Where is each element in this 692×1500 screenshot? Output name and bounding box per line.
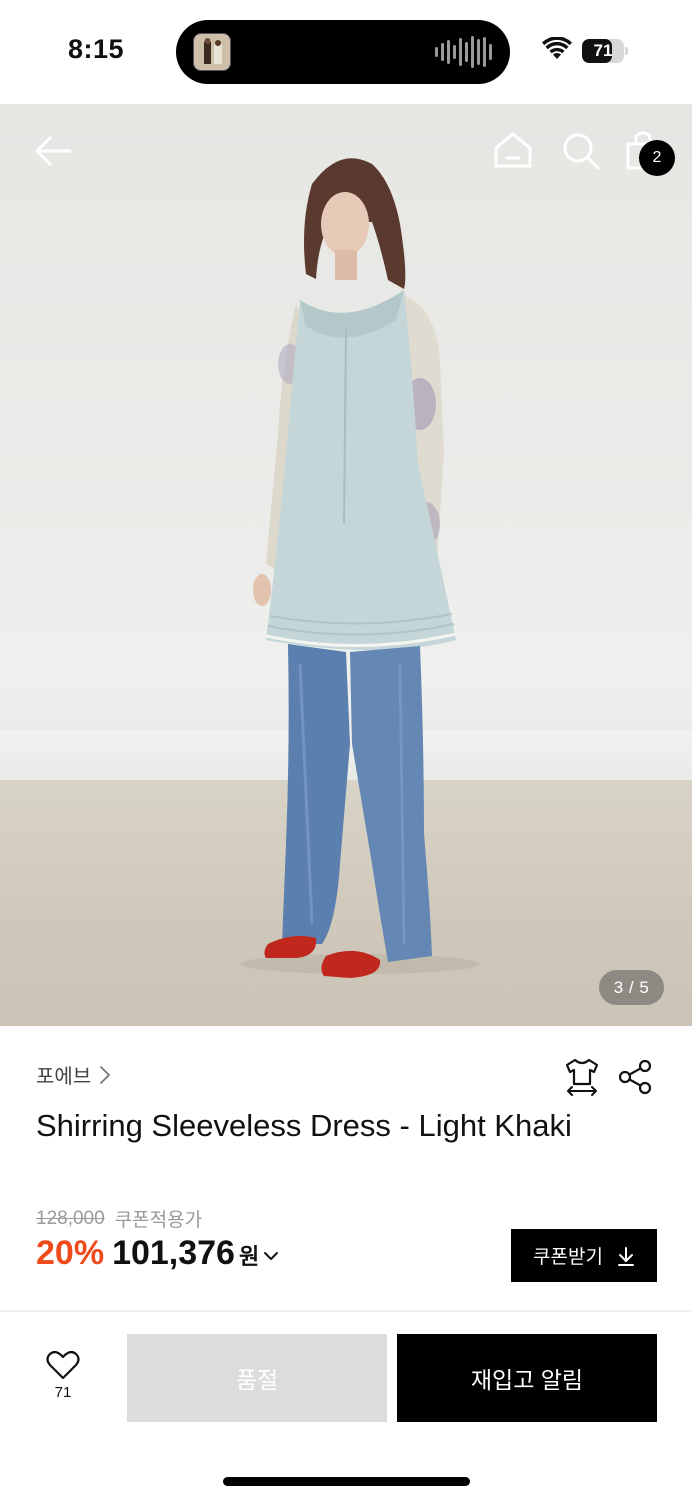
like-button[interactable]: 71: [40, 1350, 86, 1412]
download-coupon-button[interactable]: 쿠폰받기: [511, 1229, 657, 1282]
currency-unit: 원: [238, 1244, 260, 1269]
sale-price: 101,376: [112, 1234, 235, 1272]
product-title: Shirring Sleeveless Dress - Light Khaki: [36, 1108, 572, 1143]
audio-waveform-icon: [435, 36, 492, 68]
original-price-row: 128,000 쿠폰적용가: [36, 1205, 202, 1232]
chevron-right-icon: [100, 1065, 111, 1084]
brand-name: 포에브: [36, 1066, 92, 1088]
soldout-button: 품절: [127, 1334, 387, 1422]
status-bar: 8:15 71: [0, 0, 692, 104]
download-icon: [617, 1246, 634, 1266]
coupon-button-label: 쿠폰받기: [533, 1247, 603, 1268]
image-counter: 3 / 5: [599, 970, 664, 1005]
heart-icon: [46, 1350, 80, 1380]
restock-alert-button[interactable]: 재입고 알림: [397, 1334, 657, 1422]
status-time: 8:15: [68, 34, 125, 64]
battery-level: 71: [593, 41, 613, 60]
wifi-icon: [542, 37, 572, 59]
like-count: 71: [54, 1384, 72, 1401]
brand-link[interactable]: 포에브: [36, 1060, 111, 1089]
sale-price-row[interactable]: 20% 101,376 원: [36, 1234, 279, 1273]
section-divider: [0, 1310, 692, 1312]
dynamic-island[interactable]: [176, 20, 510, 84]
chevron-down-icon[interactable]: [263, 1250, 279, 1262]
search-icon[interactable]: [558, 128, 604, 174]
home-indicator[interactable]: [223, 1477, 470, 1486]
share-icon[interactable]: [616, 1058, 654, 1096]
discount-rate: 20%: [36, 1234, 105, 1272]
back-arrow-icon[interactable]: [30, 128, 76, 174]
battery-indicator: 71: [582, 39, 628, 63]
size-guide-icon[interactable]: [563, 1056, 601, 1096]
product-image-carousel[interactable]: 2 3 / 5: [0, 104, 692, 1026]
now-playing-artwork: [193, 33, 231, 71]
cart-count-badge: 2: [639, 140, 675, 176]
home-icon[interactable]: [490, 128, 536, 174]
original-price: 128,000: [36, 1207, 105, 1229]
product-photo-model: [240, 158, 480, 978]
coupon-applied-note: 쿠폰적용가: [114, 1210, 203, 1231]
